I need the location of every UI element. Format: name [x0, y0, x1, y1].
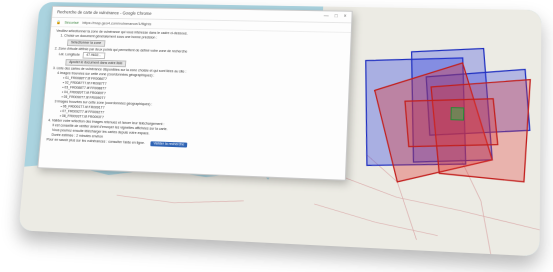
- maximize-button[interactable]: □: [335, 13, 338, 19]
- footprint-green-selection[interactable]: [451, 108, 464, 120]
- lock-icon: 🔒: [56, 19, 62, 25]
- secure-label: Sécurisé: [64, 19, 79, 25]
- action-button[interactable]: Sélectionner la zone: [66, 39, 106, 47]
- submit-search-button[interactable]: Valider la recherche: [150, 141, 188, 148]
- window-title: Recherche de carte de vulnérance - Googl…: [56, 9, 152, 16]
- url-text[interactable]: https://map.geo4.com/vulnerance/1/flight…: [82, 20, 151, 26]
- line-text: Lat. Longitude: [58, 52, 81, 57]
- screenshot-card: Recherche de carte de vulnérance - Googl…: [18, 1, 542, 257]
- minimize-button[interactable]: —: [324, 13, 329, 19]
- footprint-red-3[interactable]: [404, 96, 499, 150]
- browser-window: Recherche de carte de vulnérance - Googl…: [37, 5, 353, 181]
- close-button[interactable]: ×: [343, 14, 346, 20]
- page-content: Veuillez sélectionner la zone de vulnéra…: [40, 27, 350, 155]
